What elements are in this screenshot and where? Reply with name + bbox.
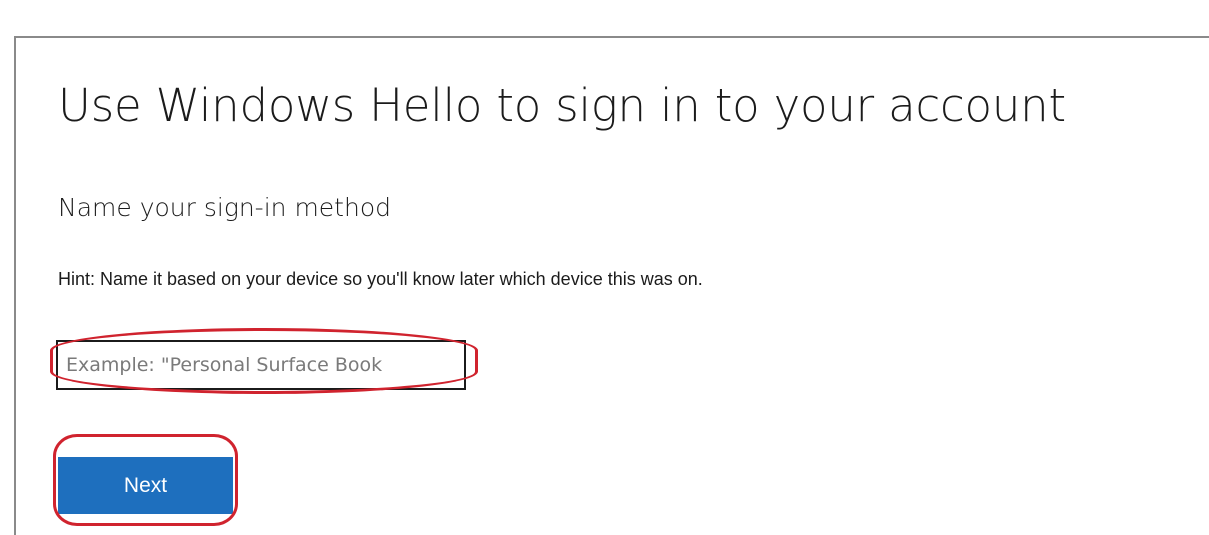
name-field-container xyxy=(56,340,466,390)
sign-in-method-name-input[interactable] xyxy=(66,348,456,382)
page-title: Use Windows Hello to sign in to your acc… xyxy=(58,79,1066,132)
sign-in-panel: Use Windows Hello to sign in to your acc… xyxy=(14,36,1209,535)
next-button[interactable]: Next xyxy=(58,457,233,514)
hint-text: Hint: Name it based on your device so yo… xyxy=(58,269,703,289)
section-subtitle: Name your sign-in method xyxy=(58,193,391,222)
